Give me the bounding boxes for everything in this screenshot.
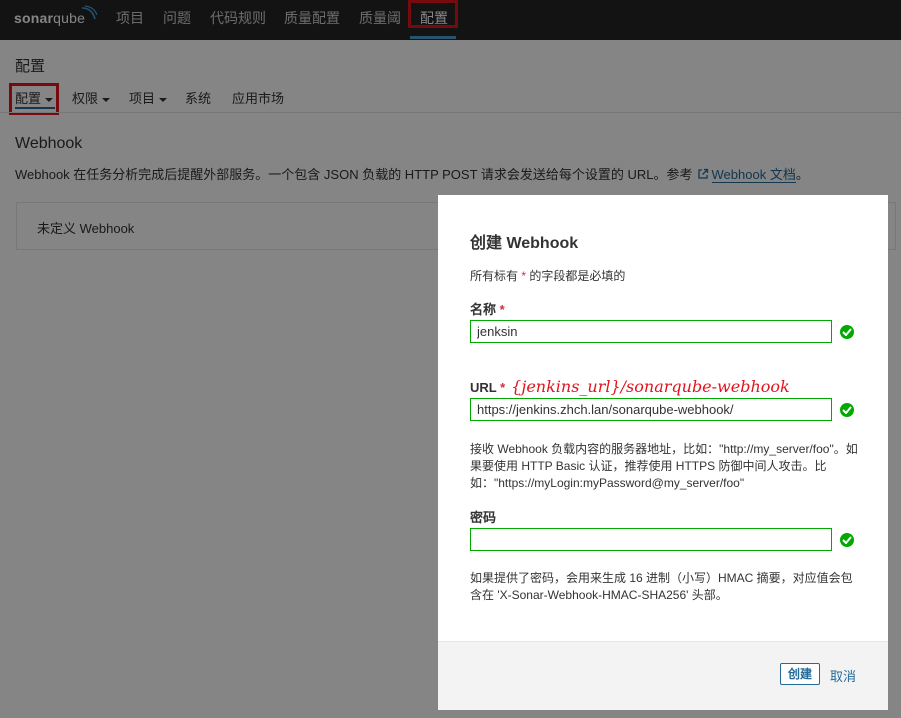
cancel-link[interactable]: 取消	[830, 666, 856, 685]
modal-footer	[438, 641, 888, 710]
required-note-suffix: 的字段都是必填的	[529, 269, 626, 283]
check-circle-icon	[840, 533, 854, 547]
url-field-label: URL * {jenkins_url}/sonarqube-webhook	[470, 377, 790, 396]
create-button[interactable]: 创建	[780, 663, 820, 685]
secret-help-text: 如果提供了密码，会用来生成 16 进制（小写）HMAC 摘要，对应值会包含在 '…	[470, 571, 853, 602]
required-fields-note: 所有标有 * 的字段都是必填的	[470, 267, 625, 284]
url-input[interactable]	[470, 398, 832, 421]
url-help-text: 接收 Webhook 负载内容的服务器地址，比如："http://my_serv…	[470, 442, 858, 490]
secret-input[interactable]	[470, 528, 832, 551]
required-star: *	[499, 302, 505, 317]
name-label-text: 名称	[470, 302, 497, 317]
secret-field-label: 密码	[470, 510, 497, 525]
required-star: *	[521, 269, 527, 283]
check-circle-icon	[840, 325, 854, 339]
create-webhook-modal: 创建 Webhook 所有标有 * 的字段都是必填的 名称 * URL * {je…	[438, 195, 888, 710]
required-star: *	[500, 380, 506, 395]
url-label-text: URL	[470, 380, 497, 395]
name-field-label: 名称 *	[470, 299, 505, 318]
name-input[interactable]	[470, 320, 832, 343]
required-note-prefix: 所有标有	[470, 269, 519, 283]
modal-title: 创建 Webhook	[470, 235, 579, 252]
check-circle-icon	[840, 403, 854, 417]
url-annotation: {jenkins_url}/sonarqube-webhook	[511, 377, 790, 396]
